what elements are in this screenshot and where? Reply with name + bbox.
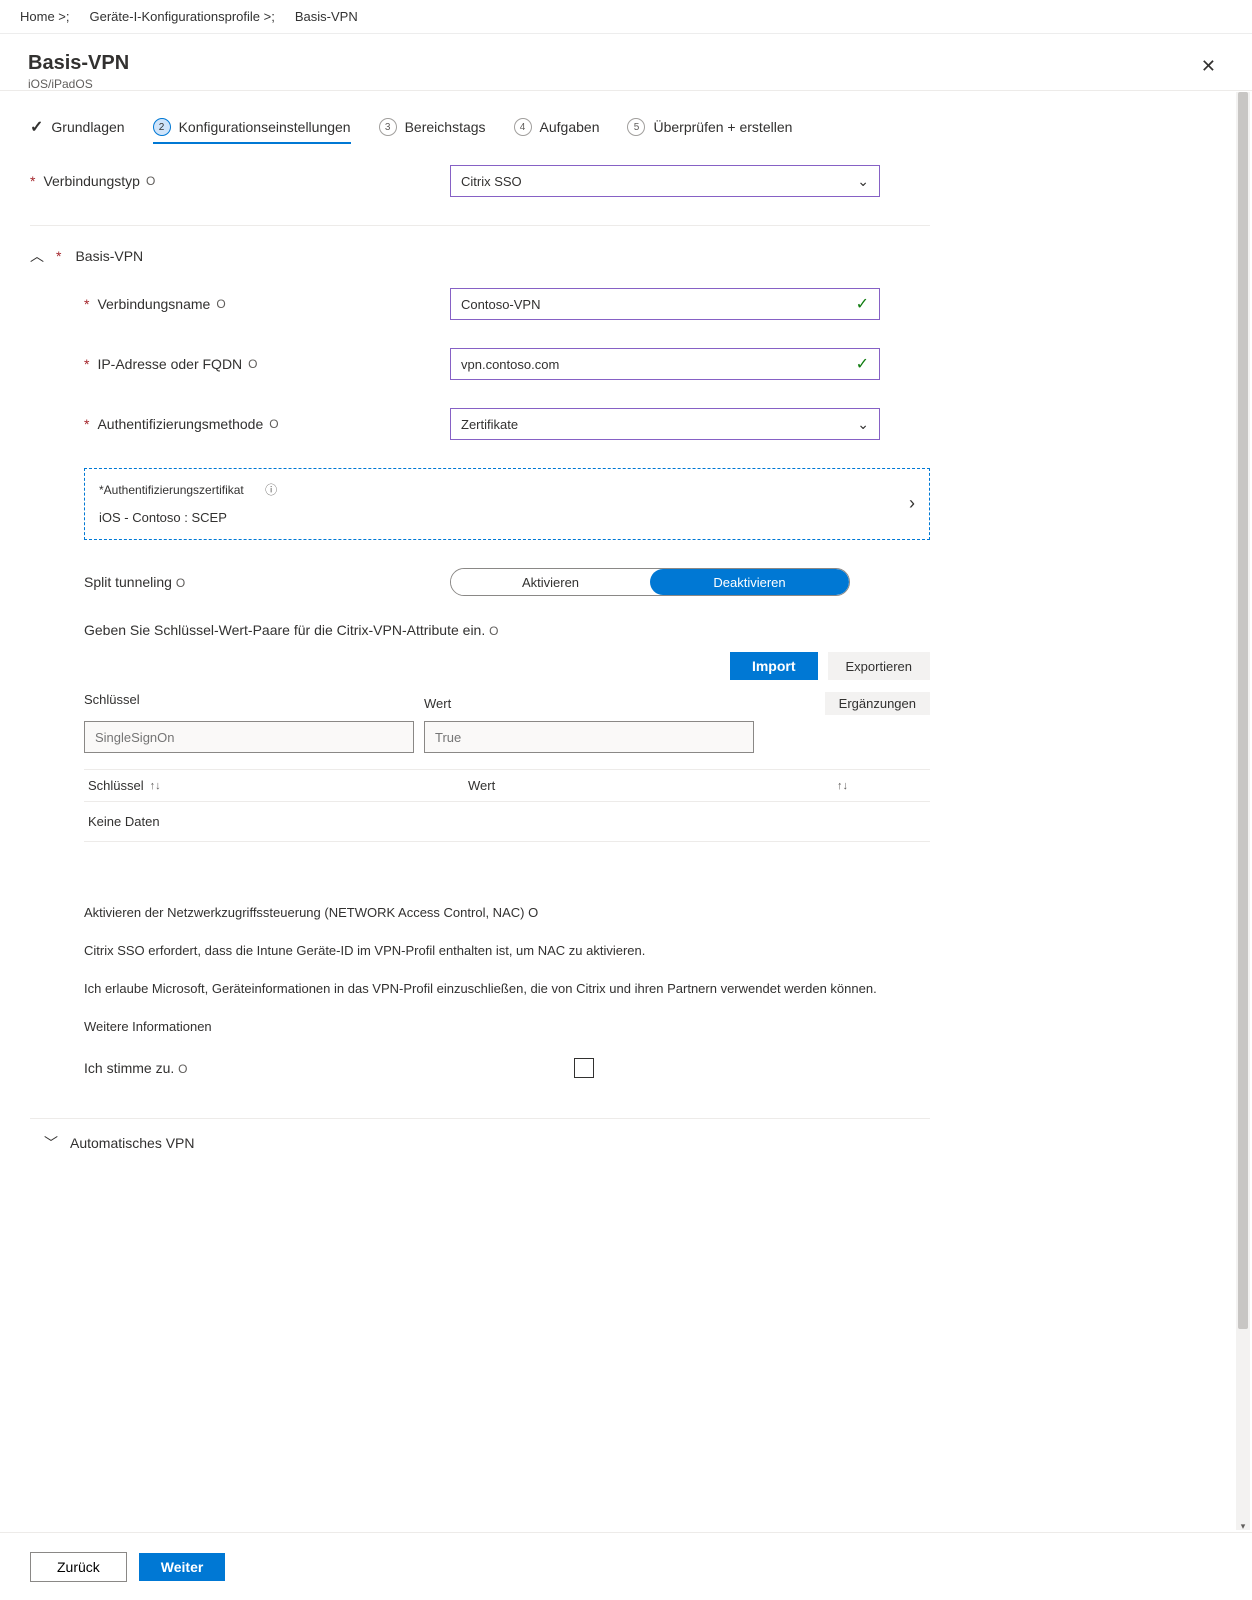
info-icon[interactable]: O	[146, 174, 155, 188]
step-bereichstags[interactable]: 3 Bereichstags	[379, 118, 486, 136]
step-number: 2	[153, 118, 171, 136]
toggle-enable[interactable]: Aktivieren	[451, 569, 650, 595]
scrollbar-thumb[interactable]	[1238, 92, 1248, 1329]
sort-icon: ↑↓	[150, 780, 161, 792]
toggle-split-tunneling[interactable]: Aktivieren Deaktivieren	[450, 568, 850, 596]
chevron-down-icon: ⌄	[857, 416, 869, 433]
step-label: Überprüfen + erstellen	[653, 119, 792, 135]
select-value: Zertifikate	[461, 417, 518, 432]
info-icon[interactable]: O	[269, 417, 278, 431]
label-verbindungstyp: * Verbindungstyp O	[30, 173, 450, 189]
back-button[interactable]: Zurück	[30, 1552, 127, 1582]
kv-key-input[interactable]	[84, 721, 414, 753]
input-verbindungsname[interactable]: Contoso-VPN ✓	[450, 288, 880, 320]
sort-icon: ↑↓	[837, 780, 848, 792]
group-title: Automatisches VPN	[70, 1135, 195, 1151]
cert-label: *Authentifizierungszertifikat	[99, 483, 244, 497]
label-agree: Ich stimme zu. O	[84, 1060, 574, 1076]
kv-key-label: Schlüssel	[84, 692, 424, 715]
toggle-disable[interactable]: Deaktivieren	[650, 569, 849, 595]
check-icon: ✓	[856, 294, 869, 314]
breadcrumb: Home >; Geräte-I-Konfigurationsprofile >…	[0, 0, 1252, 34]
scrollbar[interactable]: ▴ ▾	[1236, 92, 1250, 1530]
nac-section: Aktivieren der Netzwerkzugriffssteuerung…	[84, 902, 904, 1038]
input-value: Contoso-VPN	[461, 297, 540, 312]
cert-picker[interactable]: *Authentifizierungszertifikat ⓘ iOS - Co…	[84, 468, 930, 540]
wizard-steps: ✓ Grundlagen 2 Konfigurationseinstellung…	[30, 117, 930, 137]
select-verbindungstyp[interactable]: Citrix SSO ⌄	[450, 165, 880, 197]
add-button[interactable]: Ergänzungen	[825, 692, 930, 715]
info-icon[interactable]: O	[178, 1062, 187, 1076]
cert-value: iOS - Contoso : SCEP	[99, 510, 277, 525]
kv-val-input[interactable]	[424, 721, 754, 753]
nac-line-3: Ich erlaube Microsoft, Geräteinformation…	[84, 978, 904, 1000]
label-verbindungsname: * Verbindungsname O	[84, 296, 450, 312]
input-ip-fqdn[interactable]: vpn.contoso.com ✓	[450, 348, 880, 380]
select-auth-method[interactable]: Zertifikate ⌄	[450, 408, 880, 440]
close-icon[interactable]: ✕	[1193, 52, 1224, 81]
nac-more-link[interactable]: Weitere Informationen	[84, 1019, 212, 1034]
breadcrumb-current: Basis-VPN	[289, 6, 364, 27]
chevron-up-icon: ︿	[30, 246, 44, 266]
chevron-down-icon: ⌄	[857, 173, 869, 190]
group-basis-vpn[interactable]: ︿ * Basis-VPN	[30, 246, 930, 266]
step-number: 3	[379, 118, 397, 136]
step-label: Aufgaben	[540, 119, 600, 135]
info-icon[interactable]: O	[216, 297, 225, 311]
breadcrumb-devices[interactable]: Geräte-I-Konfigurationsprofile >;	[84, 6, 281, 27]
step-label: Konfigurationseinstellungen	[179, 119, 351, 135]
check-icon: ✓	[856, 354, 869, 374]
label-ip-fqdn: * IP-Adresse oder FQDN O	[84, 356, 450, 372]
info-icon[interactable]: O	[489, 624, 498, 638]
step-grundlagen[interactable]: ✓ Grundlagen	[30, 117, 125, 137]
select-value: Citrix SSO	[461, 174, 522, 189]
step-number: 5	[627, 118, 645, 136]
next-button[interactable]: Weiter	[139, 1553, 226, 1581]
input-value: vpn.contoso.com	[461, 357, 559, 372]
step-aufgaben[interactable]: 4 Aufgaben	[514, 118, 600, 136]
import-button[interactable]: Import	[730, 652, 818, 680]
agree-checkbox[interactable]	[574, 1058, 594, 1078]
kv-val-label: Wert	[424, 696, 451, 711]
step-number: 4	[514, 118, 532, 136]
nac-line-2: Citrix SSO erfordert, dass die Intune Ge…	[84, 940, 904, 962]
info-icon[interactable]: O	[248, 357, 257, 371]
scroll-down-icon[interactable]: ▾	[1236, 1521, 1250, 1532]
info-icon[interactable]: ⓘ	[265, 483, 277, 497]
page-subtitle: iOS/iPadOS	[28, 77, 129, 91]
chevron-down-icon: ﹀	[44, 1133, 58, 1153]
label-split-tunneling: Split tunneling O	[84, 574, 450, 590]
group-auto-vpn[interactable]: ﹀ Automatisches VPN	[30, 1118, 930, 1183]
content-scroll: ✓ Grundlagen 2 Konfigurationseinstellung…	[0, 90, 1252, 1532]
label-auth-method: * Authentifizierungsmethode O	[84, 416, 450, 432]
step-konfiguration[interactable]: 2 Konfigurationseinstellungen	[153, 118, 351, 136]
step-label: Grundlagen	[51, 119, 124, 135]
step-label: Bereichstags	[405, 119, 486, 135]
check-icon: ✓	[30, 117, 43, 137]
kv-empty: Keine Daten	[84, 802, 930, 842]
chevron-right-icon: ›	[909, 493, 915, 514]
info-icon[interactable]: O	[176, 576, 185, 590]
export-button[interactable]: Exportieren	[828, 652, 930, 680]
th-val[interactable]: Wert ↑↓	[468, 778, 848, 793]
th-key[interactable]: Schlüssel ↑↓	[88, 778, 468, 793]
kv-hint: Geben Sie Schlüssel-Wert-Paare für die C…	[84, 622, 930, 638]
step-ueberpruefen[interactable]: 5 Überprüfen + erstellen	[627, 118, 792, 136]
nac-line-1: Aktivieren der Netzwerkzugriffssteuerung…	[84, 902, 904, 924]
page-title: Basis-VPN	[28, 52, 129, 75]
breadcrumb-home[interactable]: Home >;	[14, 6, 76, 27]
group-title: Basis-VPN	[75, 248, 143, 264]
wizard-footer: Zurück Weiter	[0, 1532, 1252, 1600]
